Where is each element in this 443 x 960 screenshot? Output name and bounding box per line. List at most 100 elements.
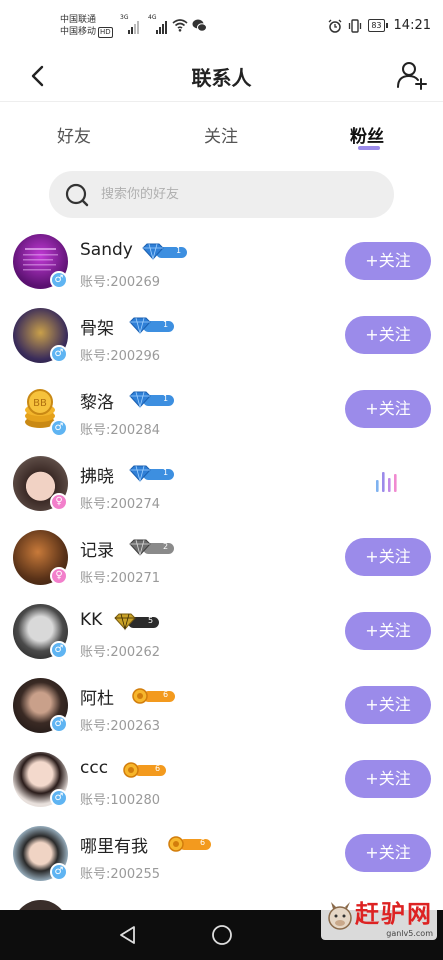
gender-male-icon: ♂: [50, 789, 68, 807]
follow-button[interactable]: +关注: [345, 760, 431, 798]
badge-level: 1: [176, 246, 182, 255]
watermark-url: ganlv5.com: [386, 929, 433, 938]
badge-level: 1: [163, 468, 169, 477]
badge-level: 2: [163, 542, 169, 551]
account-id: 账号:200262: [80, 645, 161, 660]
clock: 14:21: [393, 18, 431, 33]
contact-name: ccc: [80, 758, 109, 778]
nav-home-icon[interactable]: [210, 923, 234, 947]
list-item[interactable]: ♀ 记录 2 账号:200271 +关注: [0, 522, 443, 596]
follow-button[interactable]: +关注: [345, 316, 431, 354]
watermark-text: 赶驴网: [355, 899, 433, 928]
carrier-info: 中国联通 中国移动 HD: [60, 14, 113, 38]
carrier-2: 中国移动: [60, 27, 97, 37]
gender-female-icon: ♀: [50, 567, 68, 585]
list-item[interactable]: ♂ ccc 6 账号:100280 +关注: [0, 744, 443, 818]
status-right: 83 14:21: [328, 18, 431, 33]
gender-male-icon: ♂: [50, 863, 68, 881]
app-header: 联系人: [0, 52, 443, 102]
signal-4g-icon: 4G: [148, 14, 167, 34]
gold-sun-level-badge: [168, 836, 211, 852]
add-contact-icon[interactable]: [395, 58, 429, 92]
follow-button[interactable]: +关注: [345, 686, 431, 724]
follow-button[interactable]: +关注: [345, 538, 431, 576]
system-nav-bar: 赶驴网 ganlv5.com: [0, 892, 443, 960]
live-audio-icon[interactable]: [375, 468, 399, 494]
search-bar: [49, 171, 394, 218]
carrier-1: 中国联通: [60, 15, 97, 25]
status-bar: 中国联通 中国移动 HD 3G 4G 83 14:21: [0, 0, 443, 52]
network-3g-label: 3G: [120, 14, 129, 21]
tab-following[interactable]: 关注: [204, 122, 238, 147]
account-id: 账号:200296: [80, 349, 161, 364]
tab-fans[interactable]: 粉丝: [350, 122, 384, 147]
list-item[interactable]: BB ♂ 黎洛 1 账号:200284 +关注: [0, 374, 443, 448]
search-input[interactable]: [101, 171, 381, 218]
list-item[interactable]: ♂ 骨架 1 账号:200296 +关注: [0, 300, 443, 374]
alarm-icon: [328, 19, 342, 33]
blue-diamond-level-badge: [129, 391, 174, 409]
contact-name: 记录: [80, 541, 114, 561]
list-item[interactable]: ♂ KK 5 账号:200262 +关注: [0, 596, 443, 670]
account-id: 账号:200271: [80, 571, 161, 586]
gender-male-icon: ♂: [50, 419, 68, 437]
badge-level: 6: [163, 690, 169, 699]
tab-friends[interactable]: 好友: [57, 122, 91, 147]
follow-button[interactable]: +关注: [345, 612, 431, 650]
follow-button[interactable]: +关注: [345, 834, 431, 872]
blue-diamond-level-badge: [129, 317, 174, 335]
follow-button[interactable]: +关注: [345, 242, 431, 280]
search-icon: [65, 183, 89, 207]
gender-male-icon: ♂: [50, 641, 68, 659]
vibrate-icon: [349, 18, 362, 33]
list-item[interactable]: ♂ Sandy 1 账号:200269 +关注: [0, 226, 443, 300]
list-item[interactable]: ♂ 阿杜 6 账号:200263 +关注: [0, 670, 443, 744]
contact-name: KK: [80, 610, 103, 630]
gender-male-icon: ♂: [50, 345, 68, 363]
battery-level: 83: [368, 19, 385, 32]
contact-list: ♂ Sandy 1 账号:200269 +关注 ♂ 骨架 1 账号:200296…: [0, 226, 443, 912]
battery-icon: 83: [368, 19, 388, 32]
contact-name: 阿杜: [80, 689, 114, 709]
account-id: 账号:100280: [80, 793, 161, 808]
gold-sun-level-badge: [132, 688, 175, 704]
contact-name: 骨架: [80, 319, 114, 339]
account-id: 账号:200263: [80, 719, 161, 734]
list-item[interactable]: ♀ 拂晓 1 账号:200274: [0, 448, 443, 522]
contact-name: 哪里有我: [80, 837, 148, 857]
follow-button[interactable]: +关注: [345, 390, 431, 428]
gray-diamond-level-badge: [129, 539, 174, 557]
gender-female-icon: ♀: [50, 493, 68, 511]
account-id: 账号:200269: [80, 275, 161, 290]
account-id: 账号:200255: [80, 867, 161, 882]
donkey-logo-icon: [328, 902, 352, 930]
contact-name: 拂晓: [80, 467, 114, 487]
signal-3g-icon: 3G: [120, 14, 139, 34]
blue-diamond-level-badge: [142, 243, 187, 261]
gold-sun-level-badge: [123, 762, 166, 778]
contact-name: Sandy: [80, 240, 133, 260]
contact-tabs: 好友 关注 粉丝: [0, 104, 443, 160]
account-id: 账号:200274: [80, 497, 161, 512]
page-title: 联系人: [191, 66, 252, 90]
list-item[interactable]: ♂ 哪里有我 6 账号:200255 +关注: [0, 818, 443, 892]
hd-badge: HD: [98, 27, 113, 38]
gender-male-icon: ♂: [50, 271, 68, 289]
active-tab-indicator: [358, 146, 380, 150]
badge-level: 6: [200, 838, 206, 847]
black-diamond-level-badge: [114, 613, 159, 631]
account-id: 账号:200284: [80, 423, 161, 438]
badge-level: 5: [148, 616, 154, 625]
wifi-icon: [172, 19, 188, 32]
badge-level: 1: [163, 320, 169, 329]
badge-level: 1: [163, 394, 169, 403]
site-watermark: 赶驴网 ganlv5.com: [321, 892, 437, 940]
badge-level: 6: [155, 764, 161, 773]
contact-name: 黎洛: [80, 393, 114, 413]
nav-back-icon[interactable]: [116, 923, 140, 947]
gender-male-icon: ♂: [50, 715, 68, 733]
svg-text:BB: BB: [33, 398, 47, 409]
wechat-icon: [192, 19, 207, 32]
blue-diamond-level-badge: [129, 465, 174, 483]
network-4g-label: 4G: [148, 14, 157, 21]
